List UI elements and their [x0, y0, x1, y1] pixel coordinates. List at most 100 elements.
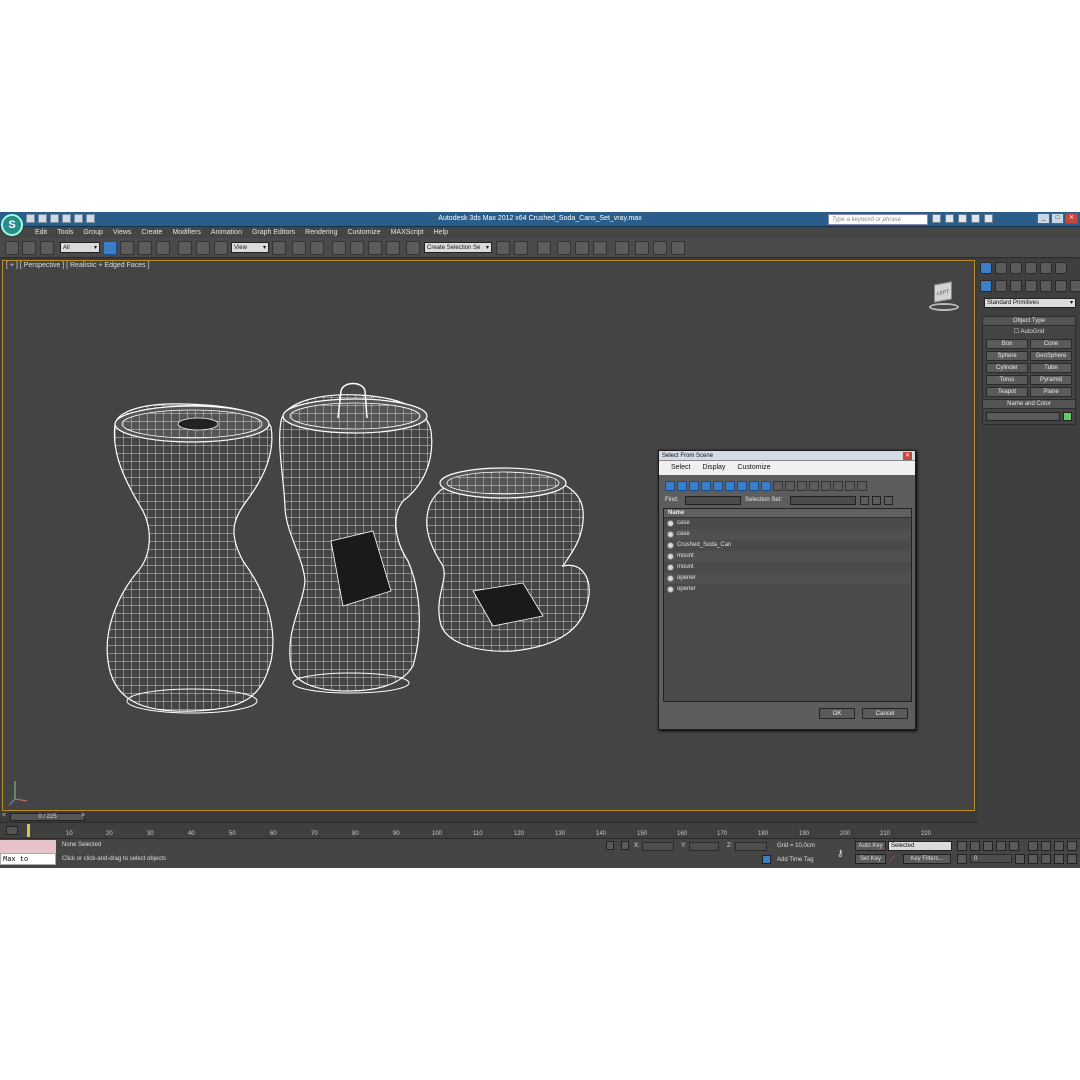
modify-tab-icon[interactable]: [995, 262, 1007, 274]
window-crossing-icon[interactable]: [156, 241, 170, 255]
rectangular-selection-icon[interactable]: [138, 241, 152, 255]
zoom-icon[interactable]: [1028, 841, 1038, 851]
key-mode-toggle-icon[interactable]: [957, 854, 967, 864]
menu-maxscript[interactable]: MAXScript: [386, 227, 429, 238]
list-item[interactable]: case: [664, 518, 911, 529]
menu-create[interactable]: Create: [136, 227, 167, 238]
display-spacewarps-icon[interactable]: [725, 481, 735, 491]
search-input[interactable]: Type a keyword or phrase: [828, 214, 928, 225]
named-selection-set-dropdown[interactable]: Create Selection Se: [424, 242, 492, 253]
graphite-toggle-icon[interactable]: [557, 241, 571, 255]
mirror-icon[interactable]: [496, 241, 510, 255]
plane-button[interactable]: Plane: [1030, 387, 1072, 397]
object-color-swatch[interactable]: [1063, 412, 1072, 421]
hierarchy-tab-icon[interactable]: [1010, 262, 1022, 274]
set-key-icon[interactable]: ⟋: [889, 854, 895, 865]
goto-start-icon[interactable]: [957, 841, 967, 851]
time-config-icon[interactable]: [1015, 854, 1025, 864]
dialog-menu-customize[interactable]: Customize: [731, 461, 776, 475]
list-item[interactable]: opener: [664, 584, 911, 595]
ok-button[interactable]: OK: [819, 708, 855, 719]
zoom-extents-all-icon[interactable]: [1067, 841, 1077, 851]
primitive-category-dropdown[interactable]: Standard Primitives: [984, 298, 1076, 308]
display-all-icon[interactable]: [773, 481, 783, 491]
schematic-view-icon[interactable]: [593, 241, 607, 255]
x-coord-field[interactable]: [642, 842, 674, 851]
display-geometry-icon[interactable]: [665, 481, 675, 491]
rendered-frame-window-icon[interactable]: [653, 241, 667, 255]
key-mode-dropdown[interactable]: Selected: [888, 841, 952, 851]
selection-set-dropdown[interactable]: [790, 496, 856, 505]
perspective-viewport[interactable]: [ + ] [ Perspective ] [ Realistic + Edge…: [2, 260, 975, 811]
select-and-link-icon[interactable]: [5, 241, 19, 255]
help-icon[interactable]: [984, 214, 993, 223]
select-invert-icon[interactable]: [833, 481, 843, 491]
menu-graph-editors[interactable]: Graph Editors: [247, 227, 300, 238]
track-bar[interactable]: 10 20 30 40 50 60 70 80 90 100 110 120 1…: [0, 822, 978, 838]
key-icon[interactable]: ⚷: [837, 848, 844, 859]
menu-help[interactable]: Help: [429, 227, 453, 238]
scene-object-list[interactable]: Name case case Crushed_Soda_Can mount mo…: [663, 508, 912, 702]
name-column-header[interactable]: Name: [664, 509, 911, 518]
current-frame-field[interactable]: 0: [970, 854, 1012, 863]
display-shapes-icon[interactable]: [677, 481, 687, 491]
spinner-snap-icon[interactable]: [386, 241, 400, 255]
bind-to-space-warp-icon[interactable]: [40, 241, 54, 255]
dialog-menu-display[interactable]: Display: [696, 461, 731, 475]
menu-animation[interactable]: Animation: [206, 227, 247, 238]
next-key-icon[interactable]: [996, 841, 1006, 851]
select-object-icon[interactable]: [103, 241, 117, 255]
select-and-manipulate-icon[interactable]: [292, 241, 306, 255]
maxscript-mini-listener[interactable]: Max to Physc.: [0, 853, 56, 865]
z-coord-field[interactable]: [735, 842, 767, 851]
select-and-move-icon[interactable]: [178, 241, 192, 255]
display-none-icon[interactable]: [785, 481, 795, 491]
communication-icon[interactable]: [958, 214, 967, 223]
key-filters-button[interactable]: Key Filters...: [903, 854, 951, 864]
select-all-icon[interactable]: [809, 481, 819, 491]
field-of-view-icon[interactable]: [1028, 854, 1038, 864]
next-frame-icon[interactable]: >: [81, 812, 85, 819]
curve-editor-icon[interactable]: [575, 241, 589, 255]
list-item[interactable]: Crushed_Soda_Can: [664, 540, 911, 551]
y-coord-field[interactable]: [689, 842, 719, 851]
display-helpers-icon[interactable]: [713, 481, 723, 491]
box-button[interactable]: Box: [986, 339, 1028, 349]
systems-category-icon[interactable]: [1070, 280, 1080, 292]
utilities-tab-icon[interactable]: [1055, 262, 1067, 274]
crushed-can-left[interactable]: [106, 403, 274, 714]
render-production-icon[interactable]: [671, 241, 685, 255]
list-item[interactable]: opener: [664, 573, 911, 584]
add-time-tag[interactable]: Add Time Tag: [777, 857, 814, 863]
align-icon[interactable]: [514, 241, 528, 255]
display-cameras-icon[interactable]: [701, 481, 711, 491]
helpers-category-icon[interactable]: [1040, 280, 1052, 292]
create-tab-icon[interactable]: [980, 262, 992, 274]
favorites-star-icon[interactable]: [971, 214, 980, 223]
crushed-can-middle[interactable]: [279, 382, 433, 694]
pan-view-icon[interactable]: [1041, 854, 1051, 864]
current-frame-marker[interactable]: [27, 824, 30, 837]
menu-edit[interactable]: Edit: [30, 227, 52, 238]
dialog-menu-select[interactable]: Select: [665, 461, 696, 475]
geometry-category-icon[interactable]: [980, 280, 992, 292]
lights-category-icon[interactable]: [1010, 280, 1022, 292]
menu-modifiers[interactable]: Modifiers: [167, 227, 205, 238]
maximize-icon[interactable]: □: [1051, 213, 1064, 224]
display-groups-icon[interactable]: [737, 481, 747, 491]
time-slider[interactable]: 0 / 225: [10, 813, 85, 821]
binoculars-icon[interactable]: [932, 214, 941, 223]
viewcube[interactable]: LEFT: [925, 281, 961, 311]
list-item[interactable]: mount: [664, 551, 911, 562]
invert-display-icon[interactable]: [797, 481, 807, 491]
autogrid-checkbox[interactable]: ☐ AutoGrid: [983, 328, 1075, 335]
select-by-name-icon[interactable]: [120, 241, 134, 255]
menu-tools[interactable]: Tools: [52, 227, 78, 238]
spacewarps-category-icon[interactable]: [1055, 280, 1067, 292]
zoom-all-icon[interactable]: [1041, 841, 1051, 851]
close-icon[interactable]: ✕: [1065, 213, 1078, 224]
snaps-toggle-icon[interactable]: [332, 241, 346, 255]
play-icon[interactable]: [983, 841, 993, 851]
dialog-close-icon[interactable]: ✕: [903, 452, 912, 460]
application-button[interactable]: S: [1, 214, 23, 236]
